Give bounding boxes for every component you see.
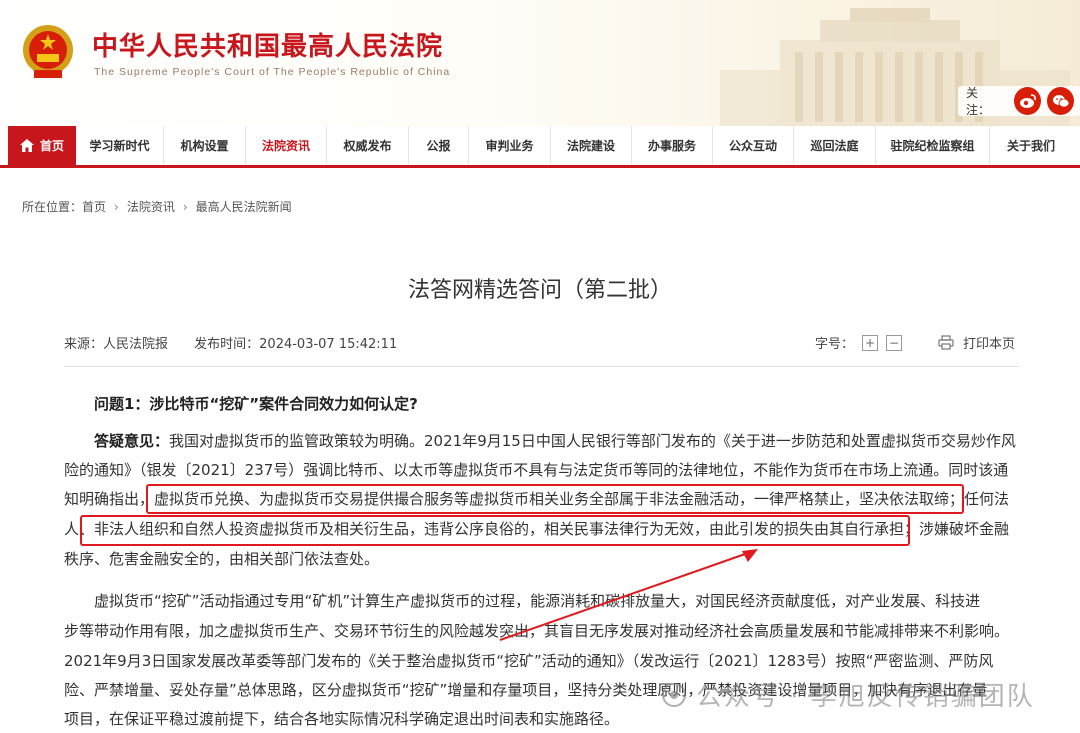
weibo-icon[interactable] [1014,87,1042,115]
breadcrumb-label: 所在位置： [22,200,83,214]
paragraph-line: 2021年9月3日国家发展改革委等部门发布的《关于整治虚拟货币“挖矿”活动的通知… [64,652,994,670]
print-label: 打印本页 [963,337,1016,352]
article-time: 发布时间：2024-03-07 15:42:11 [194,337,398,352]
wechat-icon[interactable] [1047,87,1074,115]
highlight-box [80,515,910,546]
national-emblem-icon [23,25,73,78]
wechat-official-icon [662,682,686,707]
site-header: 中华人民共和国最高人民法院 The Supreme People's Court… [0,0,1080,126]
breadcrumb-news[interactable]: 法院资讯 [127,198,175,215]
nav-item-services[interactable]: 办事服务 [632,126,713,165]
home-icon [19,139,34,152]
paragraph-line: 险的通知》（银发〔2021〕237号）强调比特币、以太币等虚拟货币不具有与法定货… [64,461,1009,479]
breadcrumb-court-news[interactable]: 最高人民法院新闻 [196,198,292,215]
question-title: 问题1：涉比特币“挖矿”案件合同效力如何认定? [94,395,418,413]
answer-label: 答疑意见： [94,432,170,450]
breadcrumb-home[interactable]: 首页 [82,198,106,215]
paragraph-line: 步等带动作用有限，加之虚拟货币生产、交易环节衍生的风险越发突出，其盲目无序发展对… [64,622,1010,640]
watermark: 公众号 · 李旭反传销骗团队 [662,676,1035,713]
main-nav: 首页 学习新时代 机构设置 法院资讯 权威发布 公报 审判业务 法院建设 办事服… [0,126,1080,168]
paragraph-line: 答疑意见：我国对虚拟货币的监管政策较为明确。2021年9月15日中国人民银行等部… [94,432,1016,450]
font-size-label: 字号： [815,337,855,352]
font-decrease-button[interactable]: − [886,334,903,351]
follow-label: 关注： [966,86,991,117]
nav-item-circuit[interactable]: 巡回法庭 [794,126,876,165]
font-size-control: 字号： + − [815,333,903,352]
paragraph-line: 秩序、危害金融安全的，由相关部门依法查处。 [64,550,380,568]
article-meta: 来源：人民法院报 发布时间：2024-03-07 15:42:11 [64,333,419,352]
paragraph-line: 项目，在保证平稳过渡前提下，结合各地实际情况科学确定退出时间表和实施路径。 [64,710,620,728]
highlight-box [146,484,964,514]
watermark-text: 公众号 · 李旭反传销骗团队 [696,682,1035,712]
divider [64,366,1019,367]
paragraph-line: 虚拟货币“挖矿”活动指通过专用“矿机”计算生产虚拟货币的过程，能源消耗和碳排放量… [94,592,981,610]
nav-home[interactable]: 首页 [8,126,76,165]
nav-item-gazette[interactable]: 公报 [409,126,469,165]
nav-item-organization[interactable]: 机构设置 [164,126,246,165]
nav-item-study[interactable]: 学习新时代 [76,126,164,165]
print-button[interactable]: 打印本页 [938,333,1015,352]
nav-home-label: 首页 [39,139,64,153]
nav-item-construction[interactable]: 法院建设 [551,126,632,165]
article-source: 来源：人民法院报 [64,337,169,352]
printer-icon [938,335,954,350]
font-increase-button[interactable]: + [862,334,879,351]
nav-item-trial[interactable]: 审判业务 [469,126,551,165]
site-title: 中华人民共和国最高人民法院 [92,32,444,62]
nav-item-release[interactable]: 权威发布 [327,126,409,165]
nav-item-interaction[interactable]: 公众互动 [713,126,794,165]
chevron-right-icon: › [182,199,188,214]
nav-item-news[interactable]: 法院资讯 [246,126,327,165]
nav-item-about[interactable]: 关于我们 [990,126,1072,165]
nav-item-discipline[interactable]: 驻院纪检监察组 [876,126,990,165]
follow-bar: 关注： [958,86,1080,117]
article-title: 法答网精选答问（第二批） [407,278,672,303]
breadcrumb: 所在位置： 首页 › 法院资讯 › 最高人民法院新闻 [22,198,292,215]
site-subtitle: The Supreme People's Court of The People… [94,66,451,78]
chevron-right-icon: › [114,199,119,214]
